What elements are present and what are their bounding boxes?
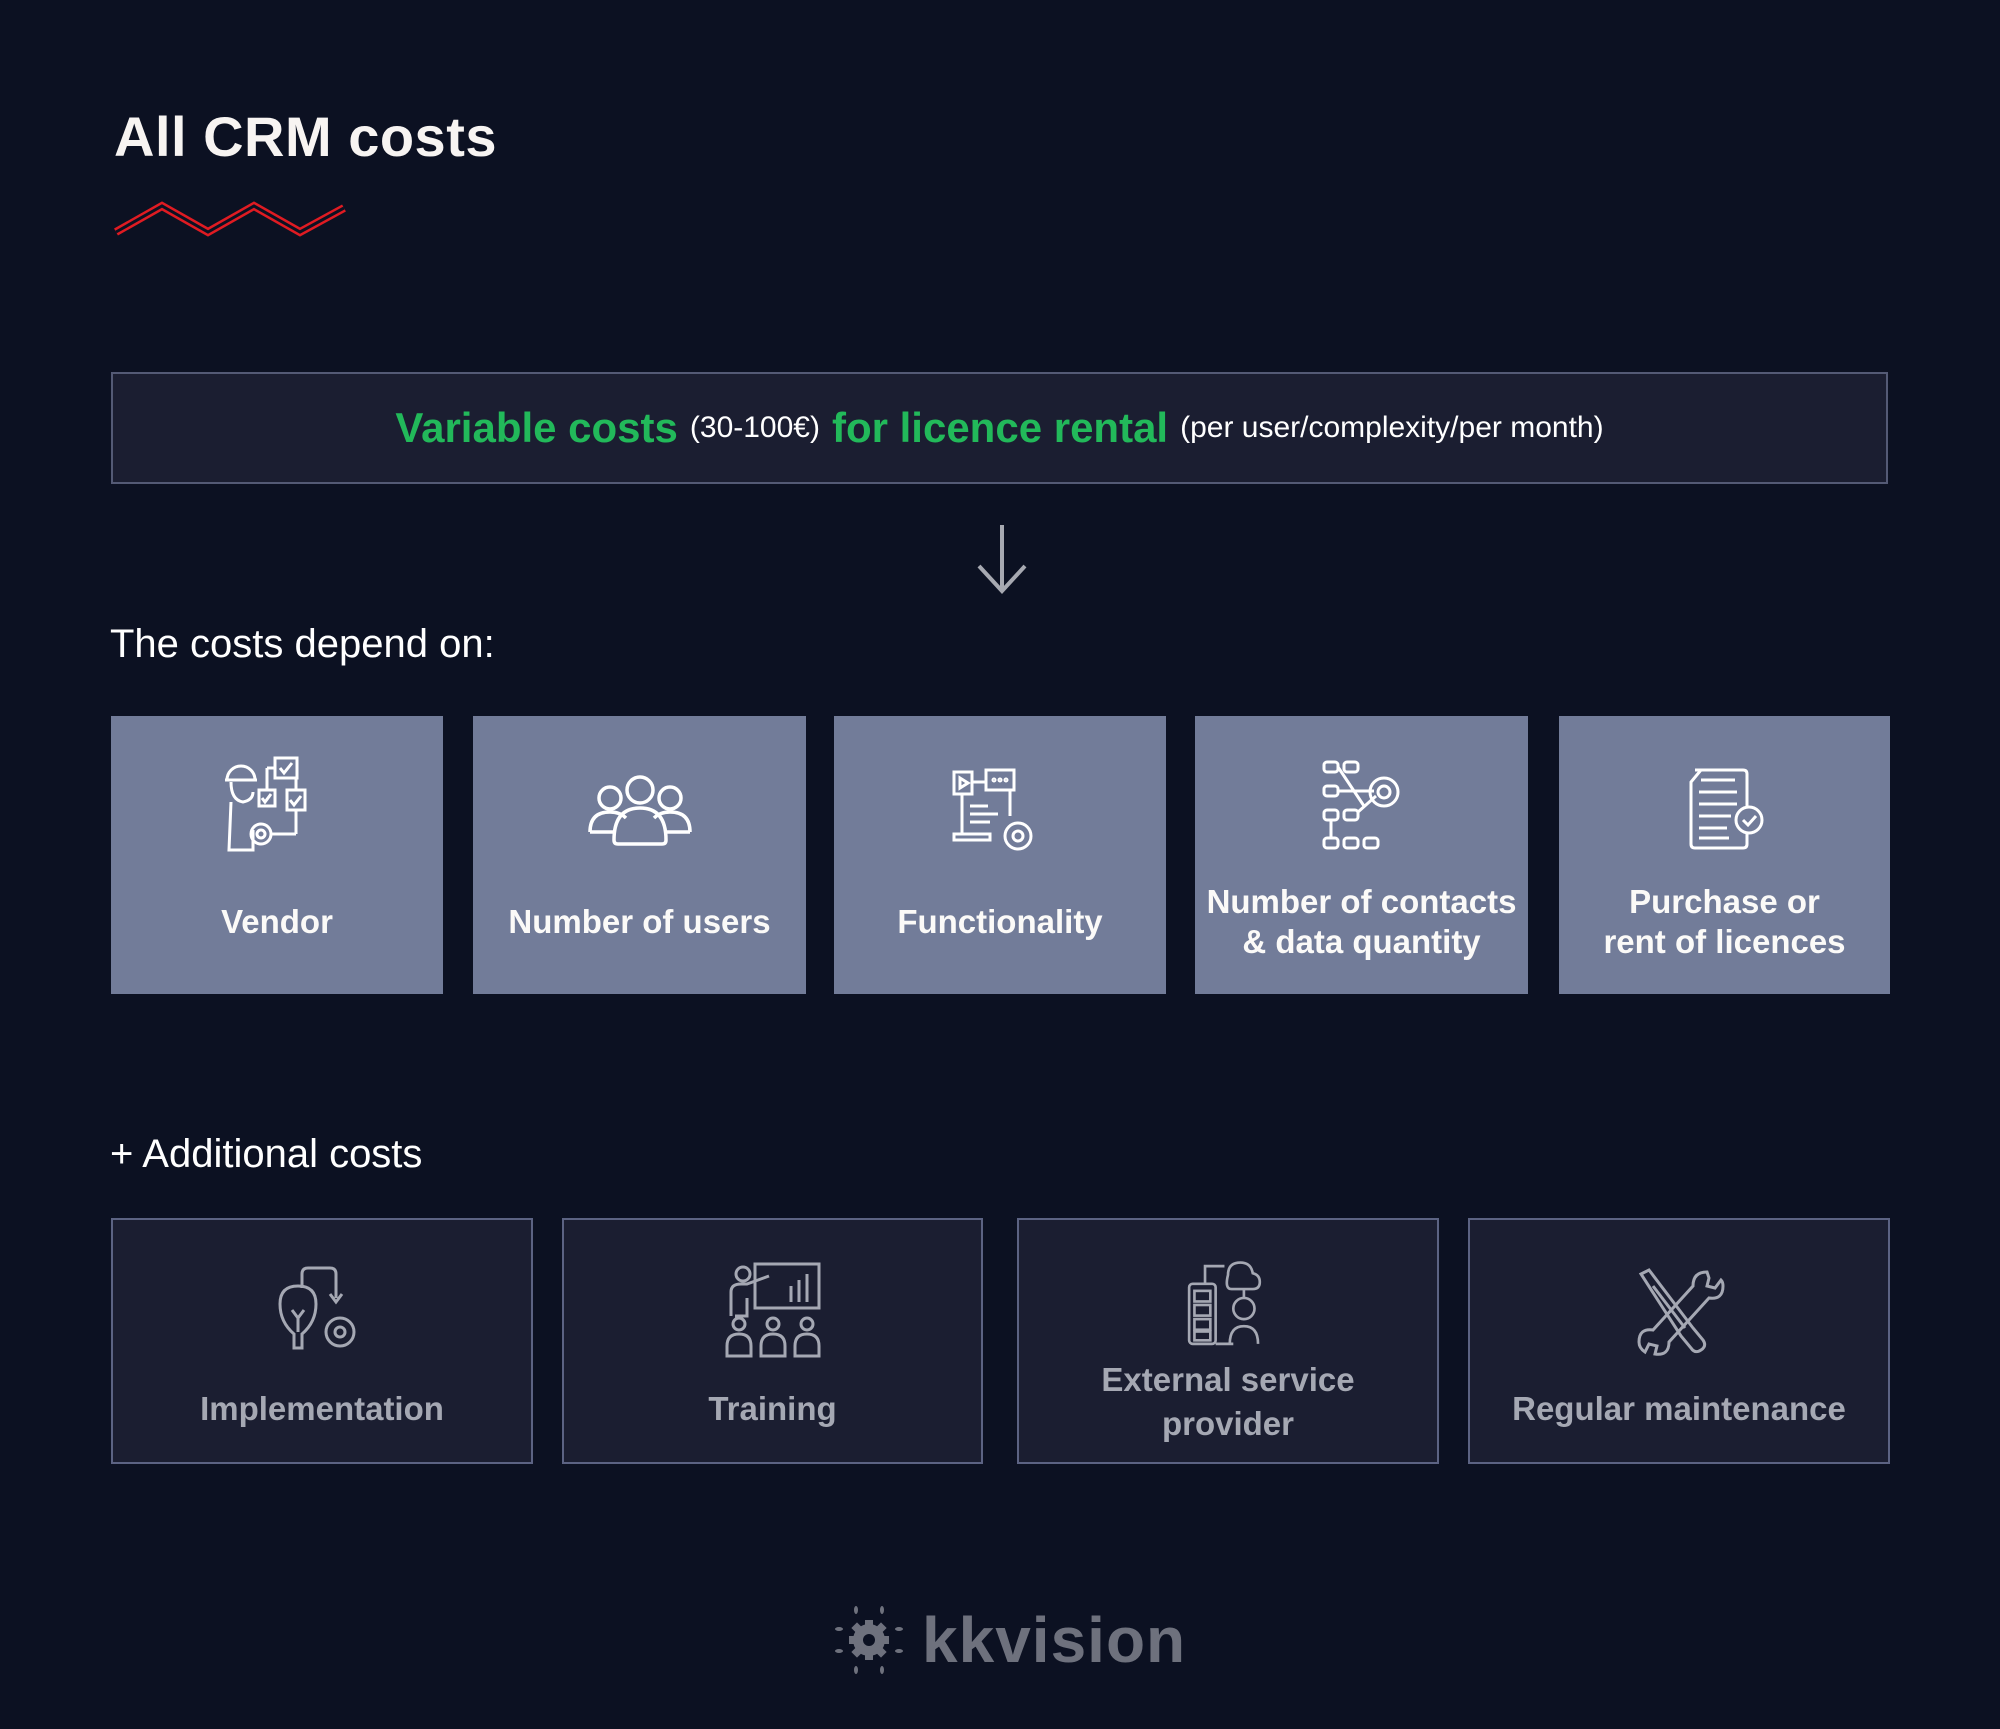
label-line-1: External service (1101, 1361, 1355, 1398)
page-title: All CRM costs (114, 105, 497, 168)
worker-workflow-icon (225, 756, 307, 852)
card-vendor: Vendor (111, 716, 443, 994)
banner-variable-costs: Variable costs (395, 404, 678, 451)
label-line-1: Number of contacts (1206, 883, 1517, 920)
gear-sun-logo-icon (835, 1606, 903, 1674)
card-external-service-provider: External service provider (1017, 1218, 1439, 1464)
card-number-of-users-label: Number of users (508, 903, 771, 940)
kkvision-logo: kkvision (834, 1600, 1186, 1680)
card-number-of-users: Number of users (473, 716, 806, 994)
lightbulb-gear-icon (278, 1266, 356, 1350)
card-regular-maintenance-label: Regular maintenance (1512, 1390, 1846, 1427)
label-line-2: rent of licences (1603, 923, 1846, 960)
card-regular-maintenance: Regular maintenance (1468, 1218, 1890, 1464)
presentation-training-icon (725, 1262, 820, 1358)
zigzag-decoration-icon (114, 201, 346, 237)
arrow-down-icon (977, 525, 1027, 594)
logo-text: kkvision (922, 1604, 1187, 1676)
banner-per-user-note: (per user/complexity/per month) (1180, 411, 1604, 444)
functionality-gear-icon (952, 768, 1033, 851)
users-group-icon (587, 775, 692, 846)
label-line-2: & data quantity (1242, 923, 1481, 960)
card-training: Training (562, 1218, 983, 1464)
card-functionality-label: Functionality (897, 903, 1103, 940)
data-network-gear-icon (1322, 760, 1399, 850)
label-line-1: Purchase or (1629, 883, 1820, 920)
card-vendor-label: Vendor (221, 903, 333, 940)
variable-costs-banner: Variable costs (30-100€) for licence ren… (111, 372, 1888, 484)
card-implementation: Implementation (111, 1218, 533, 1464)
costs-depend-heading: The costs depend on: (110, 622, 495, 666)
card-number-of-contacts: Number of contacts & data quantity (1195, 716, 1528, 994)
card-purchase-or-rent-label: Purchase or rent of licences (1595, 882, 1853, 962)
card-external-service-provider-label: External service provider (1101, 1358, 1354, 1446)
server-cloud-person-icon (1187, 1261, 1262, 1346)
licence-document-icon (1689, 768, 1763, 850)
card-implementation-label: Implementation (200, 1390, 444, 1427)
banner-licence-rental: for licence rental (831, 404, 1169, 451)
banner-price-range: (30-100€) (689, 411, 820, 444)
additional-costs-heading: + Additional costs (110, 1132, 423, 1176)
wrench-screwdriver-icon (1637, 1268, 1725, 1356)
card-purchase-or-rent: Purchase or rent of licences (1559, 716, 1890, 994)
card-functionality: Functionality (834, 716, 1166, 994)
card-training-label: Training (708, 1390, 837, 1427)
label-line-2: provider (1161, 1405, 1295, 1442)
card-number-of-contacts-label: Number of contacts & data quantity (1199, 882, 1525, 962)
